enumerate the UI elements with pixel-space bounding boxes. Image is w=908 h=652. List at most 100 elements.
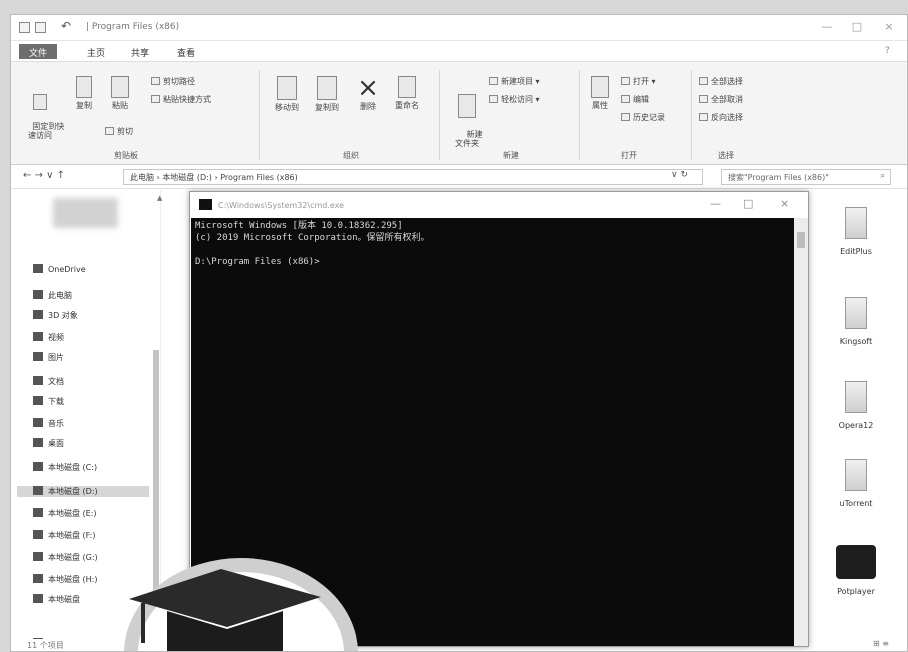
nav-item-label: OneDrive bbox=[48, 265, 86, 274]
nav-item[interactable]: 桌面 bbox=[33, 438, 64, 449]
ribbon-separator bbox=[259, 70, 260, 160]
undo-icon[interactable]: ↶ bbox=[61, 19, 71, 33]
new-folder-button[interactable]: 新建 文件夹 bbox=[447, 76, 487, 157]
new-folder-icon bbox=[458, 94, 476, 118]
select-all-button[interactable]: 全部选择 bbox=[699, 76, 743, 87]
paste-shortcut-button[interactable]: 粘贴快捷方式 bbox=[151, 94, 211, 105]
cmd-close-button[interactable]: × bbox=[780, 197, 789, 210]
nav-item-label: 3D 对象 bbox=[48, 311, 78, 320]
edit-button[interactable]: 编辑 bbox=[621, 94, 649, 105]
cmd-scroll-thumb[interactable] bbox=[797, 232, 805, 248]
nav-item[interactable]: 文档 bbox=[33, 376, 64, 387]
ribbon-separator bbox=[691, 70, 692, 160]
file-item[interactable]: Potplayer bbox=[819, 545, 893, 596]
folder-icon bbox=[33, 418, 43, 427]
rename-button[interactable]: 重命名 bbox=[387, 76, 427, 110]
nav-item[interactable]: 本地磁盘 (D:) bbox=[17, 486, 149, 497]
properties-button[interactable]: 属性 bbox=[585, 76, 615, 110]
paste-label: 粘贴 bbox=[112, 101, 128, 110]
scissors-icon bbox=[151, 77, 160, 85]
view-toggle-icon[interactable]: ⊞ ≡ bbox=[873, 639, 889, 648]
nav-item[interactable]: 本地磁盘 (C:) bbox=[33, 462, 97, 473]
invert-selection-label: 反向选择 bbox=[711, 113, 743, 122]
folder-icon bbox=[33, 376, 43, 385]
paste-button[interactable]: 粘贴 bbox=[105, 76, 135, 110]
address-bar[interactable]: 此电脑 › 本地磁盘 (D:) › Program Files (x86) bbox=[123, 169, 703, 185]
folder-icon bbox=[33, 352, 43, 361]
folder-icon bbox=[845, 207, 867, 239]
search-placeholder: 搜索"Program Files (x86)" bbox=[728, 173, 829, 182]
move-to-button[interactable]: 移动到 bbox=[269, 76, 305, 112]
cmd-minimize-button[interactable]: — bbox=[710, 197, 721, 210]
history-icon bbox=[621, 113, 630, 121]
shortcut-icon bbox=[151, 95, 160, 103]
cut-button[interactable]: 剪切 bbox=[105, 126, 133, 137]
scroll-up-icon[interactable]: ▲ bbox=[157, 194, 162, 202]
nav-item[interactable]: 图片 bbox=[33, 352, 64, 363]
select-none-icon bbox=[699, 95, 708, 103]
search-input[interactable]: 搜索"Program Files (x86)" ⌕ bbox=[721, 169, 891, 185]
select-none-label: 全部取消 bbox=[711, 95, 743, 104]
ribbon: 固定到快 速访问 复制 粘贴 剪切路径 粘贴快捷方式 剪切 剪贴板 移动到 复制… bbox=[11, 61, 907, 165]
nav-item-label: 图片 bbox=[48, 353, 64, 362]
cut-path-button[interactable]: 剪切路径 bbox=[151, 76, 195, 87]
tab-home[interactable]: 主页 bbox=[77, 44, 115, 59]
tab-file[interactable]: 文件 bbox=[19, 44, 58, 59]
nav-item[interactable]: 3D 对象 bbox=[33, 310, 78, 321]
pin-quick-access-button[interactable]: 固定到快 速访问 bbox=[17, 76, 64, 149]
drive-icon bbox=[33, 508, 43, 517]
delete-icon: × bbox=[357, 73, 379, 103]
file-item[interactable]: Opera12 bbox=[819, 381, 893, 430]
nav-item-label: 桌面 bbox=[48, 439, 64, 448]
breadcrumb[interactable]: 此电脑 › 本地磁盘 (D:) › Program Files (x86) bbox=[130, 173, 298, 182]
maximize-button[interactable]: □ bbox=[847, 20, 867, 34]
invert-selection-button[interactable]: 反向选择 bbox=[699, 112, 743, 123]
open-icon bbox=[621, 77, 630, 85]
nav-item[interactable]: 视频 bbox=[33, 332, 64, 343]
file-name: Kingsoft bbox=[839, 337, 873, 346]
tab-share[interactable]: 共享 bbox=[121, 44, 159, 59]
cmd-title-bar[interactable]: C:\Windows\System32\cmd.exe — □ × bbox=[190, 192, 808, 218]
quick-access-properties-icon[interactable] bbox=[19, 22, 30, 33]
nav-item[interactable]: OneDrive bbox=[33, 264, 86, 274]
cmd-icon bbox=[199, 199, 212, 210]
select-all-label: 全部选择 bbox=[711, 77, 743, 86]
copy-to-label: 复制到 bbox=[315, 103, 339, 112]
move-to-label: 移动到 bbox=[275, 103, 299, 112]
help-button[interactable]: ? bbox=[875, 44, 900, 59]
delete-button[interactable]: × 删除 bbox=[353, 74, 383, 111]
properties-label: 属性 bbox=[592, 101, 608, 110]
file-name: uTorrent bbox=[839, 499, 873, 508]
file-item[interactable]: Kingsoft bbox=[819, 297, 893, 346]
select-none-button[interactable]: 全部取消 bbox=[699, 94, 743, 105]
close-button[interactable]: × bbox=[879, 20, 899, 34]
nav-item[interactable]: 下载 bbox=[33, 396, 64, 407]
paste-shortcut-label: 粘贴快捷方式 bbox=[163, 95, 211, 104]
copy-button[interactable]: 复制 bbox=[69, 76, 99, 110]
tab-view[interactable]: 查看 bbox=[167, 44, 205, 59]
nav-item[interactable]: 此电脑 bbox=[33, 290, 72, 301]
refresh-button[interactable]: ∨ ↻ bbox=[671, 170, 688, 180]
easy-access-button[interactable]: 轻松访问 ▾ bbox=[489, 94, 540, 105]
new-item-button[interactable]: 新建项目 ▾ bbox=[489, 76, 540, 87]
open-label: 打开 ▾ bbox=[633, 77, 656, 86]
file-item[interactable]: uTorrent bbox=[819, 459, 893, 508]
nav-item[interactable]: 本地磁盘 (E:) bbox=[33, 508, 97, 519]
paste-icon bbox=[111, 76, 129, 98]
nav-item[interactable]: 音乐 bbox=[33, 418, 64, 429]
rename-label: 重命名 bbox=[395, 101, 419, 110]
cmd-scrollbar[interactable] bbox=[794, 218, 808, 646]
copy-to-button[interactable]: 复制到 bbox=[309, 76, 345, 112]
cmd-maximize-button[interactable]: □ bbox=[743, 197, 753, 210]
quick-access-new-folder-icon[interactable] bbox=[35, 22, 46, 33]
minimize-button[interactable]: — bbox=[817, 20, 837, 34]
history-button[interactable]: 历史记录 bbox=[621, 112, 665, 123]
file-item[interactable]: EditPlus bbox=[819, 207, 893, 256]
open-button[interactable]: 打开 ▾ bbox=[621, 76, 656, 87]
computer-icon bbox=[33, 290, 43, 299]
copy-to-icon bbox=[317, 76, 337, 100]
nav-item[interactable]: 本地磁盘 (F:) bbox=[33, 530, 95, 541]
file-name: EditPlus bbox=[840, 247, 872, 256]
ribbon-separator bbox=[579, 70, 580, 160]
navigation-buttons[interactable]: ← → ∨ ↑ bbox=[23, 170, 65, 181]
